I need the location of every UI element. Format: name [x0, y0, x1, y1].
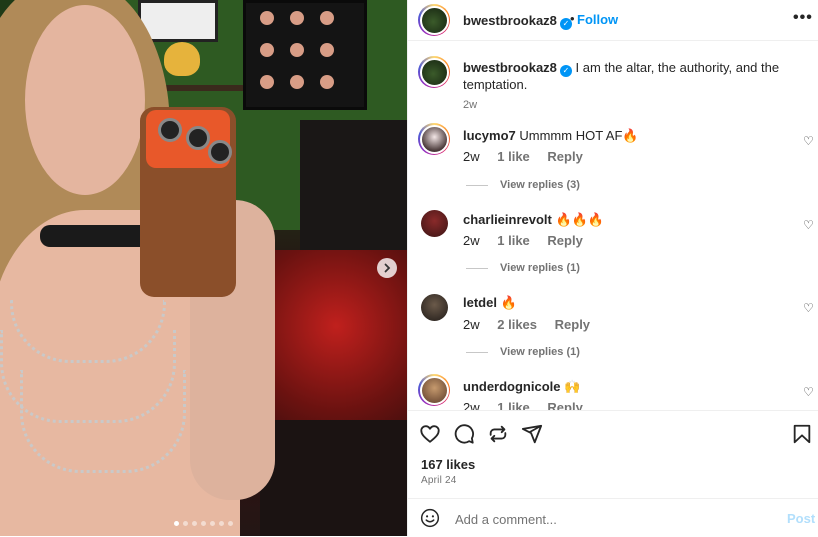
comment-reply-button[interactable]: Reply: [555, 317, 590, 332]
more-options-icon[interactable]: •••: [793, 9, 813, 27]
replies-divider: [466, 184, 488, 186]
header-separator: •: [570, 11, 575, 26]
post-side-panel: bwestbrookaz8 ✓ • Follow ••• bwestbrookaz…: [407, 0, 818, 536]
comment-icon[interactable]: [453, 423, 475, 445]
comment-text: 🔥🔥🔥: [555, 212, 605, 227]
follow-button[interactable]: Follow: [577, 12, 618, 27]
comment-item: charlieinrevolt 🔥🔥🔥: [463, 212, 604, 228]
post-date: April 24: [421, 475, 457, 486]
comment-item: lucymo7 Ummmm HOT AF🔥: [463, 128, 639, 144]
caption-time: 2w: [463, 99, 478, 111]
carousel-next-button[interactable]: [377, 258, 397, 278]
comment-username[interactable]: charlieinrevolt: [463, 212, 552, 227]
verified-badge-icon: ✓: [559, 65, 572, 77]
post-comment-button[interactable]: Post: [787, 511, 815, 526]
post-actions: 167 likes April 24: [408, 410, 818, 499]
photo-decor-heart: [164, 42, 200, 76]
carousel-dot[interactable]: [201, 521, 206, 526]
comment-item: underdognicole 🙌: [463, 379, 580, 395]
caption-username[interactable]: bwestbrookaz8: [463, 60, 557, 75]
carousel-dot[interactable]: [210, 521, 215, 526]
comment-input[interactable]: [453, 508, 757, 530]
comment-reply-button[interactable]: Reply: [547, 149, 582, 164]
photo-camera-lens: [186, 126, 210, 150]
photo-shadow: [260, 420, 407, 536]
carousel-dot[interactable]: [174, 521, 179, 526]
comment-time: 2w: [463, 149, 480, 164]
post-header: bwestbrookaz8 ✓ • Follow •••: [408, 0, 818, 41]
caption-avatar[interactable]: [418, 56, 450, 88]
comment-likes[interactable]: 1 like: [497, 149, 530, 164]
comment-text: 🔥: [500, 295, 517, 310]
view-replies-button[interactable]: View replies (3): [466, 179, 580, 191]
bookmark-icon[interactable]: [791, 423, 813, 445]
carousel-dot[interactable]: [183, 521, 188, 526]
comment-username[interactable]: underdognicole: [463, 379, 561, 394]
comment-meta: 2w 1 like Reply: [463, 233, 583, 248]
comment-like-heart-icon[interactable]: ♡: [803, 301, 814, 315]
carousel-dot[interactable]: [192, 521, 197, 526]
comment-like-heart-icon[interactable]: ♡: [803, 134, 814, 148]
comment-reply-button[interactable]: Reply: [547, 400, 582, 410]
photo-curtain: [300, 120, 407, 270]
comment-avatar[interactable]: [421, 294, 448, 321]
repost-icon[interactable]: [487, 423, 509, 445]
send-icon[interactable]: [521, 423, 543, 445]
view-replies-label: View replies (1): [500, 262, 580, 274]
replies-divider: [466, 267, 488, 269]
post-media[interactable]: [0, 0, 407, 536]
comment-username[interactable]: lucymo7: [463, 128, 516, 143]
comment-like-heart-icon[interactable]: ♡: [803, 218, 814, 232]
comment-composer: Post: [408, 498, 818, 537]
comment-meta: 2w 2 likes Reply: [463, 317, 590, 332]
carousel-indicator: [174, 521, 233, 526]
comment-reply-button[interactable]: Reply: [547, 233, 582, 248]
likes-count[interactable]: 167 likes: [421, 457, 475, 472]
view-replies-label: View replies (3): [500, 179, 580, 191]
comment-time: 2w: [463, 400, 480, 410]
comment-meta: 2w 1 like Reply: [463, 149, 583, 164]
photo-camera-lens: [208, 140, 232, 164]
photo-chain: [20, 370, 186, 473]
comment-time: 2w: [463, 233, 480, 248]
comment-likes[interactable]: 1 like: [497, 233, 530, 248]
comments-list[interactable]: bwestbrookaz8 ✓ I am the altar, the autho…: [408, 44, 818, 410]
photo-subject-face: [25, 5, 145, 195]
comment-avatar[interactable]: [418, 123, 450, 155]
heart-icon[interactable]: [419, 423, 441, 445]
comment-avatar[interactable]: [418, 374, 450, 406]
comment-text: Ummmm HOT AF🔥: [519, 128, 639, 143]
replies-divider: [466, 351, 488, 353]
comment-text: 🙌: [564, 379, 581, 394]
carousel-dot[interactable]: [228, 521, 233, 526]
comment-avatar[interactable]: [421, 210, 448, 237]
comment-meta: 2w 1 like Reply: [463, 400, 583, 410]
comment-time: 2w: [463, 317, 480, 332]
comment-item: letdel 🔥: [463, 295, 517, 311]
post-caption: bwestbrookaz8 ✓ I am the altar, the autho…: [463, 60, 793, 113]
photo-camera-lens: [158, 118, 182, 142]
author-name[interactable]: bwestbrookaz8 ✓: [463, 12, 572, 30]
comment-likes[interactable]: 2 likes: [497, 317, 537, 332]
chevron-right-icon: [384, 263, 391, 273]
view-replies-button[interactable]: View replies (1): [466, 262, 580, 274]
photo-moon-poster: [243, 0, 367, 110]
emoji-icon[interactable]: [420, 508, 440, 528]
author-username[interactable]: bwestbrookaz8: [463, 13, 557, 28]
comment-like-heart-icon[interactable]: ♡: [803, 385, 814, 399]
author-avatar[interactable]: [418, 4, 450, 36]
comment-likes[interactable]: 1 like: [497, 400, 530, 410]
view-replies-button[interactable]: View replies (1): [466, 346, 580, 358]
carousel-dot[interactable]: [219, 521, 224, 526]
comment-username[interactable]: letdel: [463, 295, 497, 310]
view-replies-label: View replies (1): [500, 346, 580, 358]
